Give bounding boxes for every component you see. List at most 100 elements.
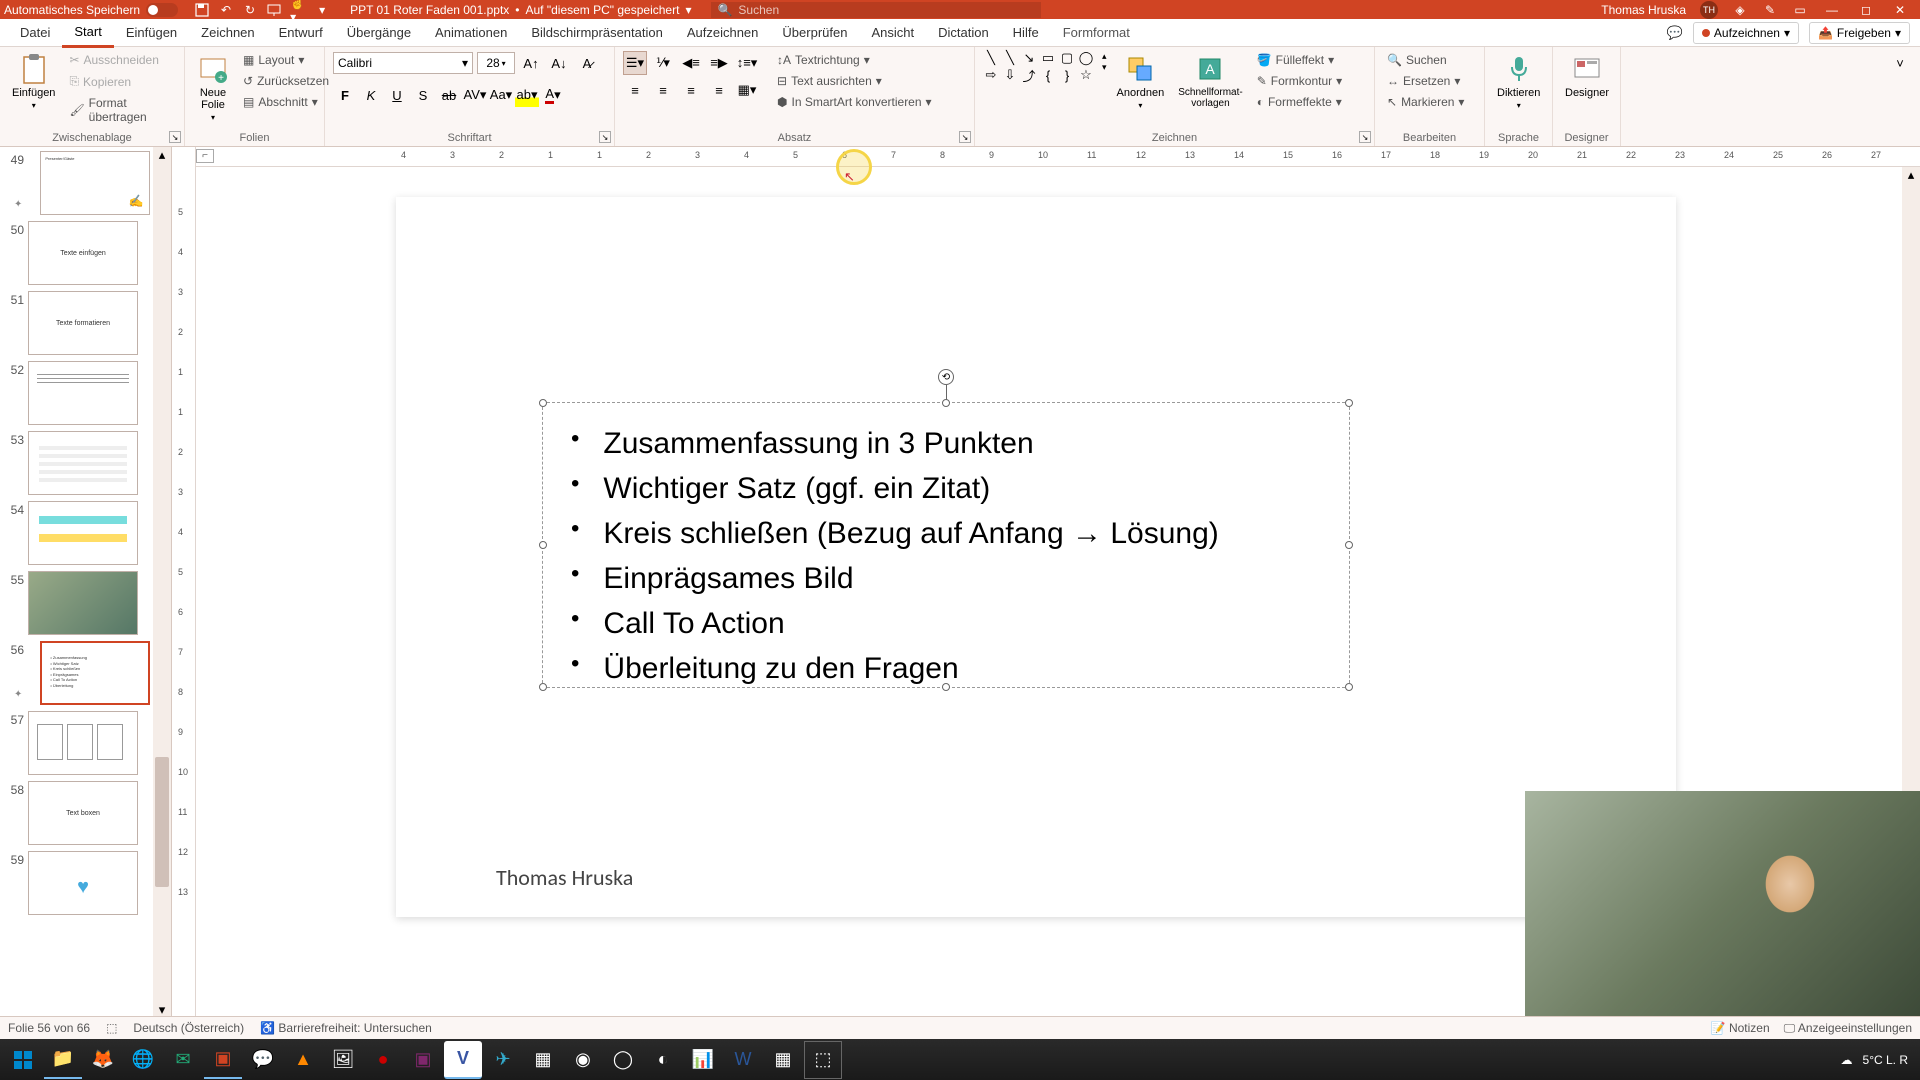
effects-button[interactable]: ◐Formeffekte ▾ — [1253, 93, 1346, 111]
italic-button[interactable]: K — [359, 83, 383, 107]
slide-thumbnail[interactable] — [28, 361, 138, 425]
align-center-button[interactable]: ≡ — [651, 78, 675, 102]
shadow-button[interactable]: S — [411, 83, 435, 107]
strike-button[interactable]: ab — [437, 83, 461, 107]
user-avatar[interactable]: TH — [1700, 1, 1718, 19]
dialog-launcher[interactable]: ↘ — [599, 131, 611, 143]
layout-button[interactable]: ▦Layout ▾ — [239, 51, 333, 69]
toggle-switch-icon[interactable] — [146, 3, 178, 17]
underline-button[interactable]: U — [385, 83, 409, 107]
bold-button[interactable]: F — [333, 83, 357, 107]
search-input[interactable]: 🔍 Suchen — [711, 2, 1041, 18]
rect-icon[interactable]: ▢ — [1059, 51, 1075, 65]
tab-hilfe[interactable]: Hilfe — [1001, 19, 1051, 46]
comments-icon[interactable]: 💬 — [1667, 25, 1683, 41]
font-name-select[interactable]: Calibri▾ — [333, 52, 473, 74]
oval-icon[interactable]: ◯ — [1078, 51, 1094, 65]
brace-icon[interactable]: } — [1059, 68, 1075, 82]
slide-counter[interactable]: Folie 56 von 66 — [8, 1021, 90, 1035]
tab-datei[interactable]: Datei — [8, 19, 62, 46]
ribbon-display-icon[interactable]: ▭ — [1792, 2, 1808, 18]
columns-button[interactable]: ▦▾ — [735, 78, 759, 102]
resize-handle[interactable] — [942, 683, 950, 691]
onenote-icon[interactable]: ▣ — [404, 1041, 442, 1079]
resize-handle[interactable] — [1345, 399, 1353, 407]
outlook-icon[interactable]: ✉ — [164, 1041, 202, 1079]
tab-bildschirm[interactable]: Bildschirmpräsentation — [519, 19, 675, 46]
new-slide-button[interactable]: + Neue Folie▾ — [193, 51, 233, 124]
resize-handle[interactable] — [539, 541, 547, 549]
highlight-button[interactable]: ab▾ — [515, 83, 539, 107]
line-icon[interactable]: ╲ — [983, 51, 999, 65]
tab-formformat[interactable]: Formformat — [1051, 19, 1142, 46]
arrange-button[interactable]: Anordnen▾ — [1113, 51, 1169, 112]
app-icon[interactable]: ◯ — [604, 1041, 642, 1079]
dialog-launcher[interactable]: ↘ — [1359, 131, 1371, 143]
slide-thumbnail[interactable]: Text boxen — [28, 781, 138, 845]
case-button[interactable]: Aa▾ — [489, 83, 513, 107]
app-icon[interactable]: ◐ — [644, 1041, 682, 1079]
bullet-item[interactable]: Einprägsames Bild — [571, 556, 1321, 601]
star-icon[interactable]: ☆ — [1078, 68, 1094, 82]
display-settings-button[interactable]: 🖵 Anzeigeeinstellungen — [1784, 1021, 1912, 1036]
minimize-button[interactable]: — — [1822, 3, 1842, 17]
slide-thumbnail[interactable] — [28, 431, 138, 495]
save-icon[interactable] — [194, 2, 210, 18]
text-direction-button[interactable]: ↕ATextrichtung ▾ — [773, 51, 936, 69]
resize-handle[interactable] — [1345, 541, 1353, 549]
chrome-icon[interactable]: 🌐 — [124, 1041, 162, 1079]
thumb-scrollbar[interactable]: ▴ ▾ — [153, 147, 171, 1016]
paste-button[interactable]: Einfügen▾ — [8, 51, 59, 112]
line-spacing-button[interactable]: ↕≡▾ — [735, 51, 759, 75]
tab-ueberpruefen[interactable]: Überprüfen — [770, 19, 859, 46]
fill-button[interactable]: 🪣Fülleffekt ▾ — [1253, 51, 1346, 69]
vlc-icon[interactable]: ▲ — [284, 1041, 322, 1079]
dialog-launcher[interactable]: ↘ — [169, 131, 181, 143]
rect-icon[interactable]: ▭ — [1040, 51, 1056, 65]
redo-icon[interactable]: ↻ — [242, 2, 258, 18]
qat-more-icon[interactable]: ▾ — [314, 2, 330, 18]
bullet-list[interactable]: Zusammenfassung in 3 PunktenWichtiger Sa… — [543, 403, 1349, 709]
slide-thumbnail[interactable] — [28, 571, 138, 635]
network-icon[interactable]: ☁ — [1841, 1053, 1853, 1067]
resize-handle[interactable] — [539, 683, 547, 691]
numbering-button[interactable]: ⅟▾ — [651, 51, 675, 75]
accessibility-button[interactable]: ♿ Barrierefreiheit: Untersuchen — [260, 1021, 432, 1035]
resize-handle[interactable] — [539, 399, 547, 407]
word-icon[interactable]: W — [724, 1041, 762, 1079]
connector-icon[interactable]: ⤴ — [1021, 68, 1037, 82]
quickstyles-button[interactable]: A Schnellformat- vorlagen — [1174, 51, 1246, 111]
find-button[interactable]: 🔍Suchen — [1383, 51, 1468, 69]
increase-font-icon[interactable]: A↑ — [519, 51, 543, 75]
weather-widget[interactable]: 5°C L. R — [1863, 1053, 1908, 1067]
font-size-select[interactable]: 28▾ — [477, 52, 515, 74]
privacy-icon[interactable]: ◈ — [1732, 2, 1748, 18]
tab-aufzeichnen[interactable]: Aufzeichnen — [675, 19, 771, 46]
slide-thumbnails[interactable]: 49✦Presenter/Gäste✍50Texte einfügen51Tex… — [0, 147, 172, 1016]
share-button[interactable]: 📤Freigeben▾ — [1809, 22, 1910, 44]
obs-icon[interactable]: ◉ — [564, 1041, 602, 1079]
bullet-item[interactable]: Call To Action — [571, 601, 1321, 646]
draw-icon[interactable]: ✎ — [1762, 2, 1778, 18]
shape-gallery[interactable]: ╲ ╲ ↘ ▭ ▢ ◯ ⇨ ⇩ ⤴ { } ☆ — [983, 51, 1094, 82]
bullet-item[interactable]: Wichtiger Satz (ggf. ein Zitat) — [571, 466, 1321, 511]
explorer-icon[interactable]: 📁 — [44, 1041, 82, 1079]
telegram-icon[interactable]: ✈ — [484, 1041, 522, 1079]
present-icon[interactable] — [266, 2, 282, 18]
content-textbox[interactable]: ⟲ Zusammenfassung in 3 PunktenWichtiger … — [542, 402, 1350, 688]
app-icon[interactable]: 🖼 — [324, 1041, 362, 1079]
slide-canvas[interactable]: ⟲ Zusammenfassung in 3 PunktenWichtiger … — [396, 197, 1676, 917]
tab-animationen[interactable]: Animationen — [423, 19, 519, 46]
slide-thumbnail[interactable]: Texte formatieren — [28, 291, 138, 355]
text-align-button[interactable]: ⊟Text ausrichten ▾ — [773, 72, 936, 90]
select-button[interactable]: ↖Markieren ▾ — [1383, 93, 1468, 111]
cut-button[interactable]: ✂Ausschneiden — [65, 51, 176, 69]
decrease-font-icon[interactable]: A↓ — [547, 51, 571, 75]
outline-button[interactable]: ✎Formkontur ▾ — [1253, 72, 1346, 90]
maximize-button[interactable]: ◻ — [1856, 3, 1876, 17]
start-button[interactable] — [4, 1041, 42, 1079]
arrow-icon[interactable]: ↘ — [1021, 51, 1037, 65]
tab-uebergaenge[interactable]: Übergänge — [335, 19, 423, 46]
slide-thumbnail[interactable]: ♥ — [28, 851, 138, 915]
reset-button[interactable]: ↺Zurücksetzen — [239, 72, 333, 90]
